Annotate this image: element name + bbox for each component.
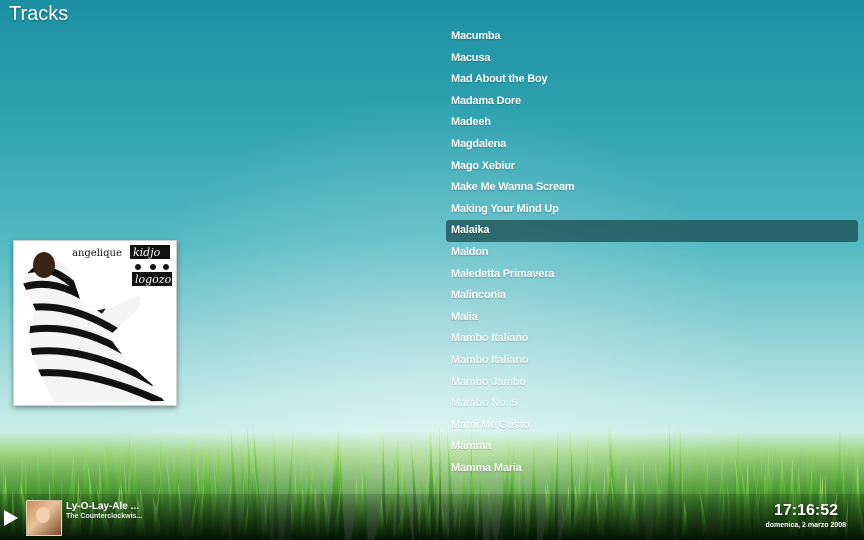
track-item[interactable]: Malaika (446, 220, 858, 242)
track-item[interactable]: Magdalena (446, 134, 858, 156)
track-item[interactable]: Madeeh (446, 112, 858, 134)
now-playing-title: Ly-O-Lay-Ale ... (66, 501, 139, 512)
clock-time: 17:16:52 (773, 502, 838, 519)
now-playing-thumbnail (26, 500, 62, 536)
album-name-text: kidjo (133, 246, 161, 259)
now-playing-artist: The Counterclockwis... (66, 513, 143, 520)
track-list: Macumba Macusa Mad About the Boy Madama Dor… (446, 26, 858, 479)
play-icon[interactable] (4, 510, 18, 526)
album-art: angelique kidjo logozo (13, 240, 177, 406)
track-item[interactable]: Mambo No. 5 (446, 393, 858, 415)
clock-date: domenica, 2 marzo 2008 (765, 522, 846, 529)
track-item[interactable]: Making Your Mind Up (446, 199, 858, 221)
track-item[interactable]: Mamma (446, 436, 858, 458)
track-item[interactable]: Mamma Maria (446, 458, 858, 480)
track-item[interactable]: Madama Dore (446, 91, 858, 113)
track-item[interactable]: Mambo Jambo (446, 372, 858, 394)
track-item[interactable]: Mambo Italiano (446, 328, 858, 350)
page-title: Tracks (9, 3, 69, 25)
album-title-text: logozo (135, 273, 172, 286)
track-item[interactable]: Malinconia (446, 285, 858, 307)
album-artist-text: angelique (72, 248, 122, 259)
track-item[interactable]: Maledetta Primavera (446, 264, 858, 286)
track-item[interactable]: Make Me Wanna Scream (446, 177, 858, 199)
track-item[interactable]: Macusa (446, 48, 858, 70)
track-item[interactable]: Mago Xebiur (446, 156, 858, 178)
track-item[interactable]: Mad About the Boy (446, 69, 858, 91)
track-item[interactable]: Mambo Italiano (446, 350, 858, 372)
track-item[interactable]: Mami Me Gusto (446, 415, 858, 437)
track-item[interactable]: Maldon (446, 242, 858, 264)
track-item[interactable]: Malia (446, 307, 858, 329)
track-item[interactable]: Macumba (446, 26, 858, 48)
